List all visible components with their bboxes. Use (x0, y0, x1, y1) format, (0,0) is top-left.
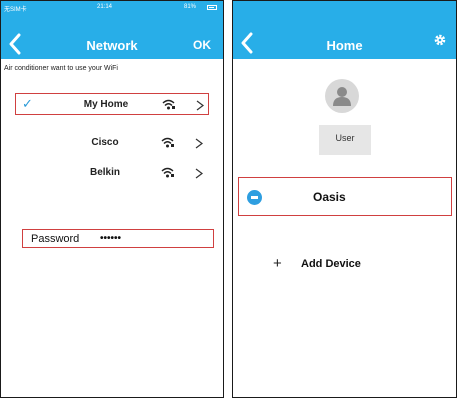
battery-text: 81% (184, 4, 197, 10)
add-device-label: Add Device (301, 258, 361, 270)
device-name: Oasis (313, 190, 346, 204)
plus-icon: + (273, 255, 282, 272)
gear-icon[interactable] (434, 34, 446, 46)
check-icon: ✓ (22, 96, 33, 111)
network-name: My Home (83, 99, 129, 110)
battery-icon (207, 5, 217, 10)
user-label: User (335, 133, 355, 143)
time-text: 21:14 (97, 4, 113, 10)
device-item-oasis[interactable]: Oasis (238, 177, 452, 216)
home-screen: Home User Oasis + Add Device (232, 0, 457, 398)
user-label-box: User (319, 125, 371, 155)
wifi-network-my-home[interactable]: ✓ My Home (15, 93, 209, 115)
page-title: Network (86, 38, 138, 53)
ok-button[interactable]: OK (193, 38, 211, 52)
status-bar: 无SIM卡 21:14 81% (1, 1, 223, 15)
user-icon (333, 87, 351, 106)
chevron-right-icon (196, 100, 204, 111)
network-name: Belkin (89, 167, 120, 178)
wifi-network-belkin[interactable]: Belkin (15, 162, 209, 184)
page-title: Home (326, 38, 363, 53)
home-navbar: Home (233, 1, 456, 59)
add-device-button[interactable]: + Add Device (273, 255, 423, 275)
network-name: Cisco (91, 137, 119, 148)
wifi-network-cisco[interactable]: Cisco (15, 132, 209, 154)
password-label: Password (31, 233, 80, 245)
avatar[interactable] (325, 79, 359, 113)
network-navbar: Network OK (1, 15, 223, 59)
wifi-prompt: Air conditioner want to use your WiFi (4, 65, 118, 72)
wifi-signal-icon (162, 99, 175, 110)
wifi-signal-icon (161, 137, 174, 148)
carrier-text: 无SIM卡 (4, 7, 27, 13)
chevron-right-icon (195, 138, 203, 149)
password-value: •••••• (100, 233, 122, 244)
network-screen: 无SIM卡 21:14 81% Network OK Air condition… (0, 0, 224, 398)
ac-device-icon (247, 190, 262, 205)
password-input[interactable]: Password •••••• (22, 229, 214, 248)
wifi-signal-icon (161, 167, 174, 178)
chevron-right-icon (195, 168, 203, 179)
